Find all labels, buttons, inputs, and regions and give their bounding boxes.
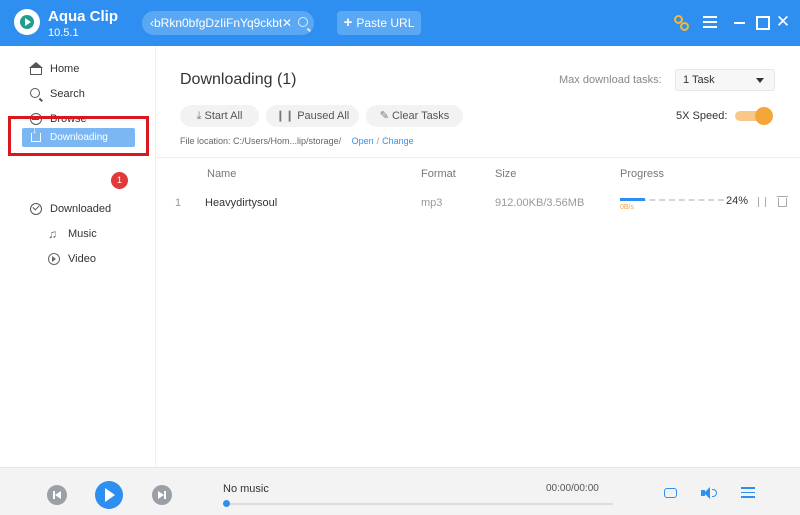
speed-label: 5X Speed: [676, 110, 728, 122]
sidebar-item-music[interactable]: ♫ Music [48, 226, 97, 242]
sidebar-item-search[interactable]: Search [30, 86, 85, 102]
downloading-count-badge: 1 [111, 172, 128, 189]
home-icon [29, 62, 43, 75]
sidebar-item-label: Search [50, 88, 85, 100]
max-tasks-select[interactable]: 1 Task [675, 69, 775, 91]
column-header-progress: Progress [620, 168, 665, 180]
sidebar-item-downloaded[interactable]: Downloaded [30, 201, 111, 217]
video-icon [48, 253, 60, 265]
app-name: Aqua Clip [48, 8, 118, 25]
check-circle-icon [30, 203, 42, 215]
speed-toggle[interactable] [735, 107, 773, 125]
pause-icon[interactable] [758, 197, 766, 207]
start-all-label: Start All [204, 110, 243, 122]
max-tasks-label: Max download tasks: [559, 74, 662, 86]
download-speed: 0B/s [620, 204, 635, 211]
seek-bar[interactable] [226, 503, 613, 505]
clear-tasks-button[interactable]: ✎ Clear Tasks [366, 105, 463, 127]
title-bar: Aqua Clip 10.5.1 ‹bRkn0bfgDzIiFnYq9ckbt … [0, 0, 800, 46]
column-header-name: Name [207, 168, 237, 180]
column-header-format: Format [421, 168, 456, 180]
maximize-icon[interactable] [753, 13, 771, 31]
track-title: No music [223, 483, 269, 495]
track-time: 00:00/00:00 [546, 483, 599, 494]
max-tasks-value: 1 Task [683, 74, 715, 86]
volume-icon[interactable] [701, 487, 719, 500]
close-icon[interactable]: ✕ [774, 13, 792, 31]
page-title: Downloading (1) [180, 71, 297, 88]
sidebar-item-label: Music [68, 228, 97, 240]
file-location: File location: C:/Users/Hom...lip/storag… [180, 136, 414, 146]
key-icon[interactable] [672, 13, 690, 31]
app-version: 10.5.1 [48, 27, 79, 39]
sidebar-item-downloading[interactable]: Downloading [22, 126, 135, 147]
start-all-button[interactable]: ⤓ Start All [180, 105, 259, 127]
row-index: 1 [175, 197, 182, 209]
paste-url-button[interactable]: + Paste URL [337, 11, 421, 35]
row-format: mp3 [421, 197, 443, 209]
file-location-label: File location: [180, 136, 231, 146]
row-size: 912.00KB/3.56MB [495, 197, 585, 209]
sidebar-item-label: Downloading [50, 132, 108, 143]
url-clear-icon[interactable]: ✕ [282, 11, 292, 35]
progress-percent: 24% [726, 195, 749, 207]
search-icon [30, 88, 40, 98]
url-input-value: ‹bRkn0bfgDzIiFnYq9ckbt [150, 16, 282, 30]
app-logo [14, 9, 40, 35]
sidebar-item-label: Video [68, 253, 96, 265]
sidebar-item-label: Home [50, 63, 80, 75]
sidebar-item-label: Downloaded [50, 203, 112, 215]
previous-track-button[interactable] [47, 485, 67, 505]
column-header-size: Size [495, 168, 517, 180]
menu-icon[interactable] [701, 13, 719, 31]
plus-icon: + [343, 14, 353, 31]
separator: / [376, 136, 380, 146]
music-icon: ♫ [48, 227, 57, 241]
paused-all-button[interactable]: ❙❙ Paused All [266, 105, 359, 127]
minimize-icon[interactable] [731, 13, 749, 31]
file-location-path: C:/Users/Hom...lip/storage/ [233, 136, 342, 146]
row-name: Heavydirtysoul [205, 197, 278, 209]
table-divider [156, 157, 800, 158]
url-input[interactable]: ‹bRkn0bfgDzIiFnYq9ckbt ✕ [142, 11, 314, 35]
download-icon [31, 126, 41, 142]
player-bar: No music 00:00/00:00 [0, 467, 800, 515]
download-icon: ⤓ [196, 110, 202, 122]
repeat-icon[interactable] [664, 488, 677, 498]
progress-fill [620, 198, 645, 201]
url-search-icon[interactable] [298, 17, 308, 27]
pause-icon: ❙❙ [275, 110, 295, 122]
play-button[interactable] [95, 481, 123, 509]
paste-url-label: Paste URL [356, 16, 415, 30]
change-link[interactable]: Change [382, 136, 414, 146]
seek-handle[interactable] [223, 500, 230, 507]
playlist-icon[interactable] [741, 487, 755, 501]
sidebar-item-video[interactable]: Video [48, 251, 96, 267]
next-track-button[interactable] [152, 485, 172, 505]
broom-icon: ✎ [379, 110, 389, 122]
sidebar-item-home[interactable]: Home [29, 61, 80, 77]
chevron-down-icon [756, 78, 764, 83]
open-link[interactable]: Open [352, 136, 374, 146]
clear-tasks-label: Clear Tasks [391, 110, 450, 122]
trash-icon[interactable] [777, 196, 788, 207]
paused-all-label: Paused All [297, 110, 350, 122]
